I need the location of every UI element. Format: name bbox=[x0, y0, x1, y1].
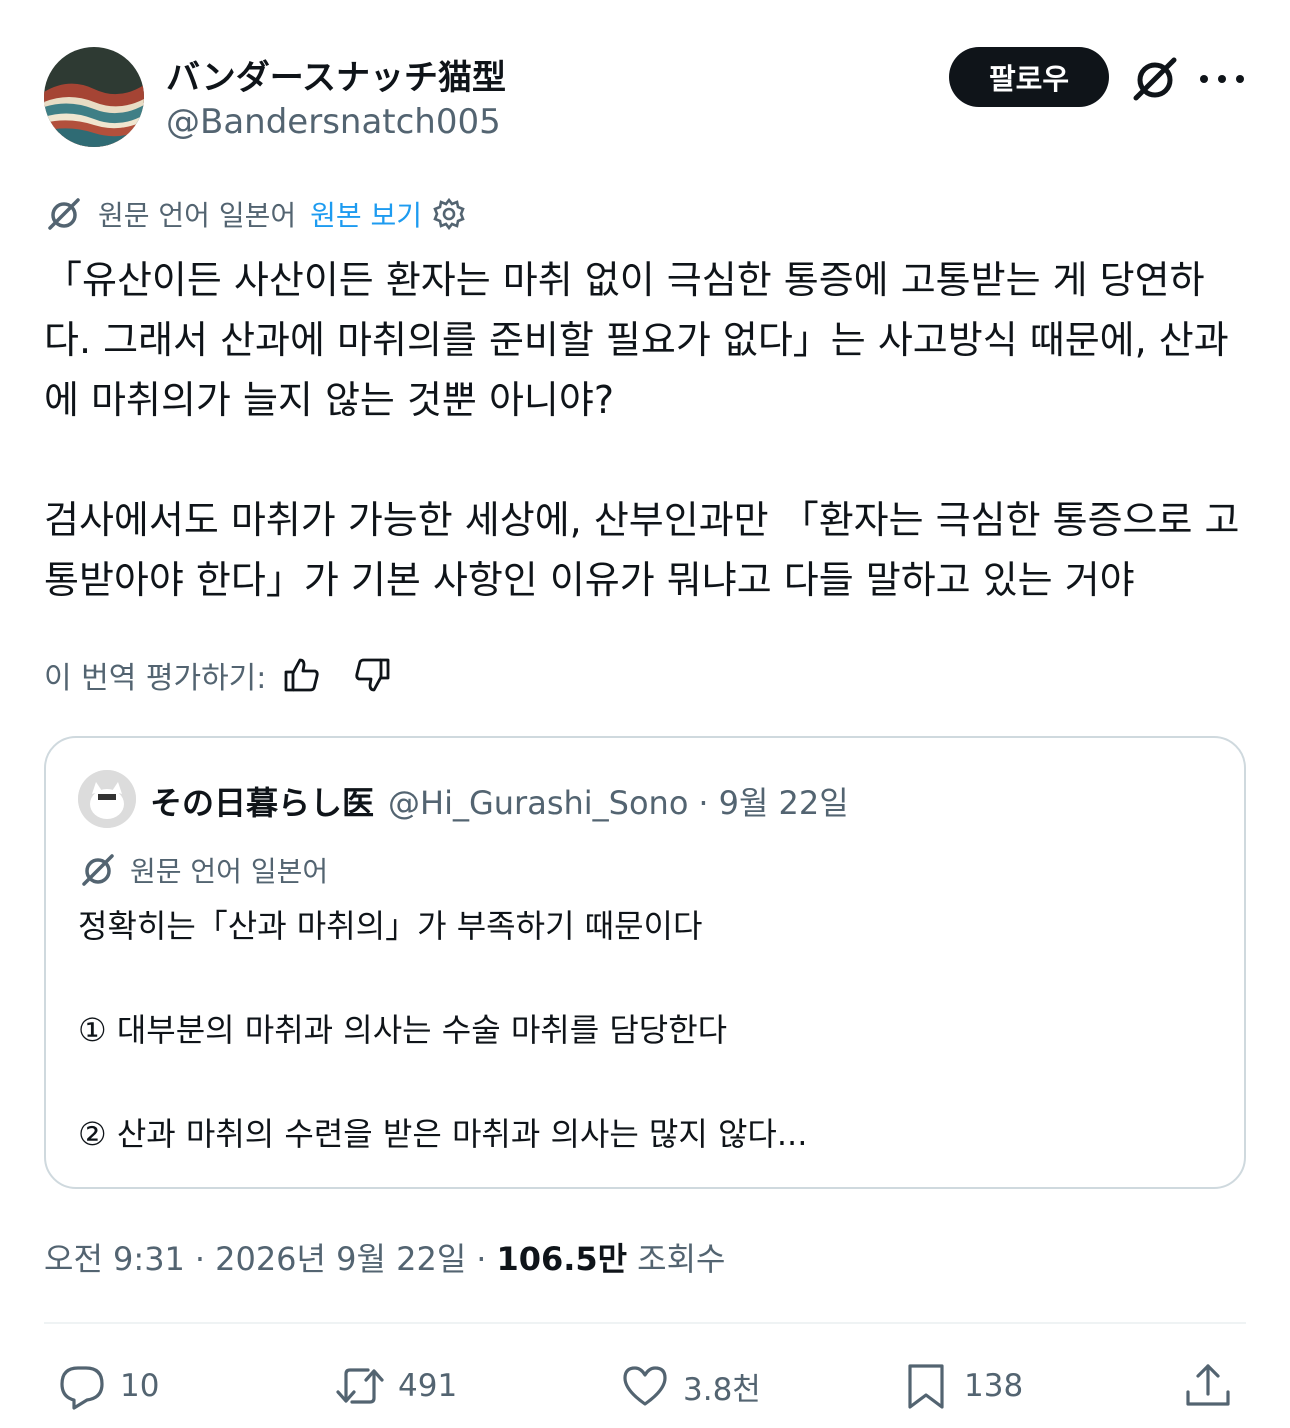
divider bbox=[44, 1322, 1246, 1324]
translation-info: 원문 언어 일본어 원본 보기 bbox=[44, 194, 466, 234]
quote-text: 정확히는「산과 마취의」가 부족하기 때문이다 ① 대부분의 마취과 의사는 수… bbox=[78, 900, 1218, 1160]
quote-line: ② 산과 마취의 수련을 받은 마취과 의사는 많지 않다... bbox=[78, 1115, 808, 1153]
author-handle[interactable]: @Bandersnatch005 bbox=[166, 102, 501, 142]
quoted-tweet[interactable]: その日暮らし医 @Hi_Gurashi_Sono · 9월 22일 원문 언어 … bbox=[44, 736, 1246, 1189]
tweet-detail: バンダースナッチ猫型 @Bandersnatch005 팔로우 원문 언어 일본… bbox=[0, 0, 1290, 1428]
post-date[interactable]: 2026년 9월 22일 bbox=[215, 1234, 466, 1280]
bookmark-icon bbox=[908, 1364, 944, 1409]
thumbs-up-icon[interactable] bbox=[282, 655, 322, 695]
bookmark-count: 138 bbox=[964, 1368, 1024, 1404]
grok-icon[interactable] bbox=[1128, 52, 1182, 106]
views-label: 조회수 bbox=[637, 1240, 726, 1278]
follow-button[interactable]: 팔로우 bbox=[949, 47, 1109, 107]
reply-icon bbox=[60, 1366, 104, 1410]
gear-icon[interactable] bbox=[432, 197, 466, 231]
separator-dot: · bbox=[698, 784, 709, 822]
reply-count: 10 bbox=[120, 1368, 160, 1404]
share-icon bbox=[1186, 1364, 1230, 1406]
grok-translate-icon bbox=[48, 198, 80, 230]
quote-line: 정확히는「산과 마취의」가 부족하기 때문이다 bbox=[78, 907, 703, 945]
source-language-label: 원문 언어 일본어 bbox=[98, 199, 297, 232]
tweet-paragraph: 검사에서도 마취가 가능한 세상에, 산부인과만 「환자는 극심한 통증으로 고… bbox=[44, 498, 1240, 602]
quote-author-avatar[interactable] bbox=[78, 770, 136, 828]
cat-avatar-icon bbox=[78, 770, 136, 828]
views-count: 106.5만 bbox=[496, 1240, 628, 1278]
repost-count: 491 bbox=[398, 1368, 458, 1404]
share-button[interactable] bbox=[1182, 1358, 1246, 1414]
repost-icon bbox=[336, 1368, 384, 1404]
heart-icon bbox=[623, 1366, 667, 1406]
bookmark-button[interactable]: 138 bbox=[900, 1358, 1023, 1414]
thumbs-down-icon[interactable] bbox=[352, 655, 392, 695]
quote-source-language-label: 원문 언어 일본어 bbox=[130, 855, 329, 888]
quote-author-name[interactable]: その日暮らし医 bbox=[150, 778, 374, 824]
separator-dot: · bbox=[476, 1240, 487, 1278]
quote-date[interactable]: 9월 22일 bbox=[719, 778, 849, 824]
separator-dot: · bbox=[194, 1240, 206, 1278]
quote-line: ① 대부분의 마취과 의사는 수술 마취를 담당한다 bbox=[78, 1011, 728, 1049]
quote-translation-info: 원문 언어 일본어 bbox=[78, 850, 328, 890]
reply-button[interactable]: 10 bbox=[56, 1358, 159, 1414]
author-avatar[interactable] bbox=[44, 47, 144, 147]
repost-button[interactable]: 491 bbox=[334, 1358, 457, 1414]
like-count: 3.8천 bbox=[683, 1371, 761, 1408]
tweet-paragraph: 「유산이든 사산이든 환자는 마취 없이 극심한 통증에 고통받는 게 당연하다… bbox=[44, 258, 1229, 422]
tweet-meta: 오전 9:31 · 2026년 9월 22일 · 106.5만 조회수 bbox=[44, 1234, 725, 1280]
rate-translation: 이 번역 평가하기: bbox=[44, 652, 422, 698]
quote-header: その日暮らし医 @Hi_Gurashi_Sono · 9월 22일 bbox=[150, 778, 849, 824]
tweet-text: 「유산이든 사산이든 환자는 마취 없이 극심한 통증에 고통받는 게 당연하다… bbox=[44, 250, 1249, 610]
like-button[interactable]: 3.8천 bbox=[619, 1358, 761, 1414]
grok-translate-icon bbox=[82, 854, 114, 886]
post-time[interactable]: 오전 9:31 bbox=[44, 1234, 185, 1280]
view-original-link[interactable]: 원본 보기 bbox=[310, 194, 422, 234]
more-dots-icon[interactable] bbox=[1200, 74, 1244, 84]
quote-author-handle[interactable]: @Hi_Gurashi_Sono bbox=[388, 784, 688, 822]
wave-landscape-avatar-icon bbox=[44, 47, 144, 147]
author-display-name[interactable]: バンダースナッチ猫型 bbox=[166, 50, 506, 99]
rate-translation-label: 이 번역 평가하기: bbox=[44, 661, 267, 696]
